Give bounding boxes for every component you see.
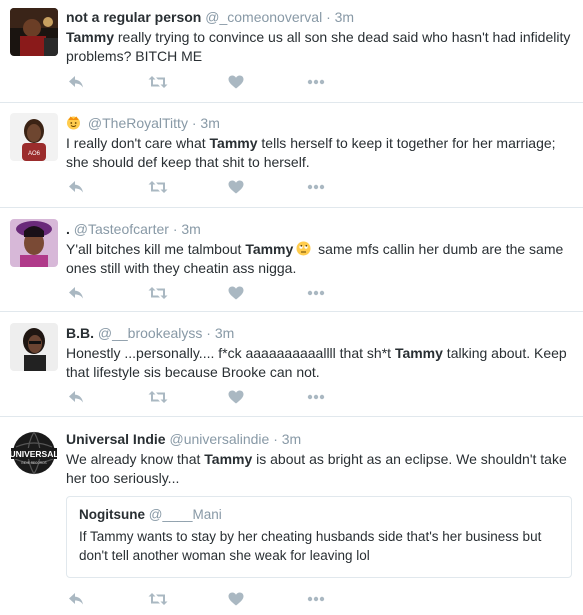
more-icon bbox=[307, 184, 325, 190]
tweet-text: Y'all bitches kill me talmbout Tammy sam… bbox=[66, 241, 564, 276]
more-button[interactable] bbox=[306, 73, 326, 91]
tweet[interactable]: not a regular person @_comeonoverval · 3… bbox=[0, 0, 583, 103]
svg-text:AO6: AO6 bbox=[28, 151, 41, 157]
avatar[interactable]: AO6 bbox=[10, 113, 58, 161]
timestamp[interactable]: 3m bbox=[282, 431, 301, 447]
more-icon bbox=[307, 394, 325, 400]
more-icon bbox=[307, 79, 325, 85]
display-name[interactable]: . bbox=[66, 221, 70, 237]
heart-icon bbox=[228, 390, 244, 404]
tweet[interactable]: . @Tasteofcarter · 3m Y'all bitches kill… bbox=[0, 208, 583, 312]
separator: · bbox=[172, 221, 178, 237]
like-button[interactable] bbox=[226, 284, 246, 302]
more-button[interactable] bbox=[306, 590, 326, 608]
keyword-highlight[interactable]: Tammy bbox=[395, 345, 443, 361]
tweet-header: B.B. @__brookealyss · 3m bbox=[66, 324, 571, 342]
separator: · bbox=[326, 9, 331, 25]
username[interactable]: @universalindie bbox=[169, 431, 269, 447]
avatar[interactable] bbox=[10, 219, 58, 267]
tweet[interactable]: B.B. @__brookealyss · 3m Honestly ...per… bbox=[0, 312, 583, 417]
tweet-timeline: not a regular person @_comeonoverval · 3… bbox=[0, 0, 583, 615]
more-button[interactable] bbox=[306, 388, 326, 406]
tweet-header: . @Tasteofcarter · 3m bbox=[66, 220, 571, 238]
tweet[interactable]: AO6 @TheRoyalTitty · 3m I really don't c… bbox=[0, 103, 583, 208]
avatar[interactable]: UNIVERSAL INDIE RECORDS bbox=[10, 429, 58, 477]
reply-button[interactable] bbox=[66, 388, 86, 406]
heart-icon bbox=[228, 592, 244, 606]
logo-subtext: INDIE RECORDS bbox=[21, 461, 46, 465]
display-name[interactable]: B.B. bbox=[66, 325, 94, 341]
eye-roll-emoji-icon bbox=[296, 241, 311, 256]
quoted-tweet[interactable]: Nogitsune @____Mani If Tammy wants to st… bbox=[66, 496, 572, 578]
keyword-highlight[interactable]: Tammy bbox=[245, 241, 293, 257]
username[interactable]: @TheRoyalTitty bbox=[88, 115, 188, 131]
retweet-button[interactable] bbox=[148, 73, 168, 91]
tweet[interactable]: UNIVERSAL INDIE RECORDS Universal Indie … bbox=[0, 417, 583, 615]
keyword-highlight[interactable]: Tammy bbox=[204, 451, 252, 467]
reply-icon bbox=[69, 391, 83, 403]
quoted-username: @____Mani bbox=[148, 507, 222, 522]
retweet-icon bbox=[148, 593, 168, 605]
retweet-icon bbox=[148, 287, 168, 299]
quoted-display-name: Nogitsune bbox=[79, 507, 145, 522]
display-name[interactable]: Universal Indie bbox=[66, 431, 166, 447]
retweet-icon bbox=[148, 391, 168, 403]
tweet-header: Universal Indie @universalindie · 3m bbox=[66, 430, 571, 448]
reply-button[interactable] bbox=[66, 590, 86, 608]
timestamp[interactable]: 3m bbox=[215, 325, 234, 341]
username[interactable]: @__brookealyss bbox=[98, 325, 203, 341]
like-button[interactable] bbox=[226, 590, 246, 608]
reply-icon bbox=[69, 287, 83, 299]
reply-icon bbox=[69, 76, 83, 88]
more-button[interactable] bbox=[306, 178, 326, 196]
reply-icon bbox=[69, 181, 83, 193]
tweet-text: Honestly ...personally.... f*ck aaaaaaaa… bbox=[66, 345, 567, 380]
like-button[interactable] bbox=[226, 73, 246, 91]
logo-text: UNIVERSAL bbox=[10, 449, 58, 459]
tweet-text: I really don't care what Tammy tells her… bbox=[66, 135, 556, 170]
keyword-highlight[interactable]: Tammy bbox=[210, 135, 258, 151]
tweet-header: not a regular person @_comeonoverval · 3… bbox=[66, 8, 571, 26]
retweet-button[interactable] bbox=[148, 388, 168, 406]
more-icon bbox=[307, 596, 325, 602]
separator: · bbox=[191, 115, 197, 131]
heart-icon bbox=[228, 180, 244, 194]
reply-icon bbox=[69, 593, 83, 605]
quoted-tweet-header: Nogitsune @____Mani bbox=[79, 506, 559, 524]
separator: · bbox=[273, 431, 278, 447]
reply-button[interactable] bbox=[66, 178, 86, 196]
crown-emoji-icon bbox=[67, 116, 80, 130]
retweet-icon bbox=[148, 76, 168, 88]
username[interactable]: @_comeonoverval bbox=[205, 9, 322, 25]
retweet-button[interactable] bbox=[148, 178, 168, 196]
timestamp[interactable]: 3m bbox=[181, 221, 200, 237]
username[interactable]: @Tasteofcarter bbox=[74, 221, 169, 237]
retweet-button[interactable] bbox=[148, 284, 168, 302]
reply-button[interactable] bbox=[66, 73, 86, 91]
timestamp[interactable]: 3m bbox=[335, 9, 354, 25]
tweet-header: @TheRoyalTitty · 3m bbox=[66, 114, 571, 132]
quoted-tweet-text: If Tammy wants to stay by her cheating h… bbox=[79, 529, 542, 563]
more-button[interactable] bbox=[306, 284, 326, 302]
display-name[interactable]: not a regular person bbox=[66, 9, 201, 25]
avatar[interactable] bbox=[10, 8, 58, 56]
tweet-text: We already know that Tammy is about as b… bbox=[66, 451, 567, 486]
separator: · bbox=[206, 325, 211, 341]
timestamp[interactable]: 3m bbox=[200, 115, 219, 131]
keyword-highlight[interactable]: Tammy bbox=[66, 29, 114, 45]
tweet-text: Tammy really trying to convince us all s… bbox=[66, 29, 571, 64]
like-button[interactable] bbox=[226, 388, 246, 406]
universal-indie-logo: UNIVERSAL INDIE RECORDS bbox=[10, 429, 58, 477]
retweet-button[interactable] bbox=[148, 590, 168, 608]
retweet-icon bbox=[148, 181, 168, 193]
heart-icon bbox=[228, 75, 244, 89]
heart-icon bbox=[228, 286, 244, 300]
like-button[interactable] bbox=[226, 178, 246, 196]
reply-button[interactable] bbox=[66, 284, 86, 302]
avatar[interactable] bbox=[10, 323, 58, 371]
more-icon bbox=[307, 290, 325, 296]
